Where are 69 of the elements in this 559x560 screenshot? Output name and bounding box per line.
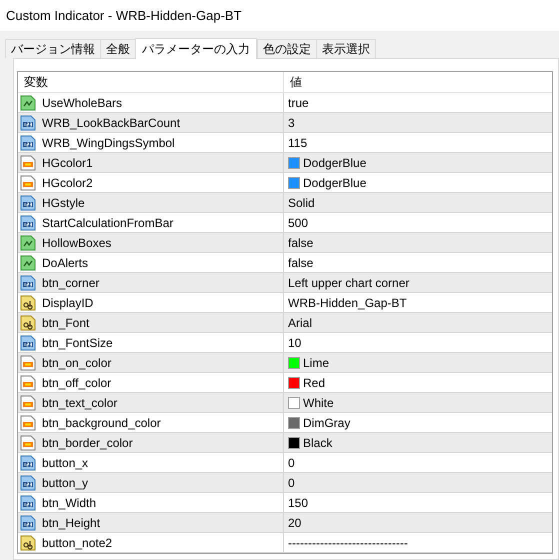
parameter-value: 500 bbox=[288, 214, 308, 232]
parameter-name: btn_off_color bbox=[42, 374, 112, 392]
parameter-value: Left upper chart corner bbox=[288, 274, 410, 292]
parameter-value: Black bbox=[303, 434, 332, 452]
parameter-name: btn_FontSize bbox=[42, 334, 113, 352]
boolean-type-icon bbox=[20, 234, 36, 250]
color-type-icon bbox=[20, 354, 36, 370]
parameter-name: btn_corner bbox=[42, 274, 100, 292]
number-type-icon bbox=[20, 474, 36, 490]
parameter-value: false bbox=[288, 234, 314, 252]
parameter-value: DimGray bbox=[303, 414, 350, 432]
tab[interactable]: 色の設定 bbox=[257, 39, 316, 58]
parameter-value: DodgerBlue bbox=[303, 154, 366, 172]
parameter-value: 10 bbox=[288, 334, 302, 352]
parameter-name: button_y bbox=[42, 474, 88, 492]
parameter-name: button_note2 bbox=[42, 534, 112, 552]
text-type-icon bbox=[20, 534, 36, 550]
text-type-icon bbox=[20, 294, 36, 310]
parameter-value: Lime bbox=[303, 354, 330, 372]
parameter-value: 20 bbox=[288, 514, 302, 532]
number-type-icon bbox=[20, 514, 36, 530]
number-type-icon bbox=[20, 114, 36, 130]
parameter-value: WRB-Hidden_Gap-BT bbox=[288, 294, 407, 312]
parameter-value: 115 bbox=[288, 134, 308, 152]
parameter-value: false bbox=[288, 254, 314, 272]
parameter-value: Arial bbox=[288, 314, 312, 332]
parameter-value: DodgerBlue bbox=[303, 174, 366, 192]
parameter-name: UseWholeBars bbox=[42, 94, 122, 112]
parameter-value: 3 bbox=[288, 114, 295, 132]
parameter-name: btn_border_color bbox=[42, 434, 133, 452]
parameter-value: Red bbox=[303, 374, 326, 392]
parameter-value: 0 bbox=[288, 454, 295, 472]
color-type-icon bbox=[20, 394, 36, 410]
boolean-type-icon bbox=[20, 94, 36, 110]
column-header[interactable]: 値 bbox=[284, 72, 552, 92]
parameter-value: ------------------------------ bbox=[288, 534, 408, 552]
parameter-name: HGcolor1 bbox=[42, 154, 93, 172]
parameter-value: Solid bbox=[288, 194, 315, 212]
parameter-name: DoAlerts bbox=[42, 254, 88, 272]
parameter-name: btn_Font bbox=[42, 314, 90, 332]
parameter-name: HGstyle bbox=[42, 194, 85, 212]
parameter-name: btn_Height bbox=[42, 514, 100, 532]
parameter-name: btn_text_color bbox=[42, 394, 118, 412]
text-type-icon bbox=[20, 314, 36, 330]
tab[interactable]: パラメーターの入力 bbox=[135, 38, 257, 59]
parameter-name: btn_background_color bbox=[42, 414, 161, 432]
parameter-value: 0 bbox=[288, 474, 295, 492]
boolean-type-icon bbox=[20, 254, 36, 270]
tab[interactable]: 全般 bbox=[100, 39, 135, 58]
parameter-name: button_x bbox=[42, 454, 88, 472]
tab[interactable]: 表示選択 bbox=[316, 39, 376, 58]
parameter-name: StartCalculationFromBar bbox=[42, 214, 174, 232]
parameter-name: btn_on_color bbox=[42, 354, 112, 372]
tab[interactable]: バージョン情報 bbox=[5, 39, 100, 58]
parameter-name: HollowBoxes bbox=[42, 234, 112, 252]
parameter-name: DisplayID bbox=[42, 294, 94, 312]
parameter-value: true bbox=[288, 94, 309, 112]
parameter-value: 150 bbox=[288, 494, 308, 512]
window-title: Custom Indicator - WRB-Hidden-Gap-BT bbox=[6, 6, 242, 25]
number-type-icon bbox=[20, 274, 36, 290]
parameter-name: WRB_WingDingsSymbol bbox=[42, 134, 175, 152]
color-type-icon bbox=[20, 434, 36, 450]
parameter-name: HGcolor2 bbox=[42, 174, 93, 192]
number-type-icon bbox=[20, 194, 36, 210]
color-type-icon bbox=[20, 154, 36, 170]
parameter-name: WRB_LookBackBarCount bbox=[42, 114, 180, 132]
column-header[interactable]: 変数 bbox=[18, 72, 284, 92]
parameter-value: White bbox=[303, 394, 334, 412]
parameter-name: btn_Width bbox=[42, 494, 96, 512]
